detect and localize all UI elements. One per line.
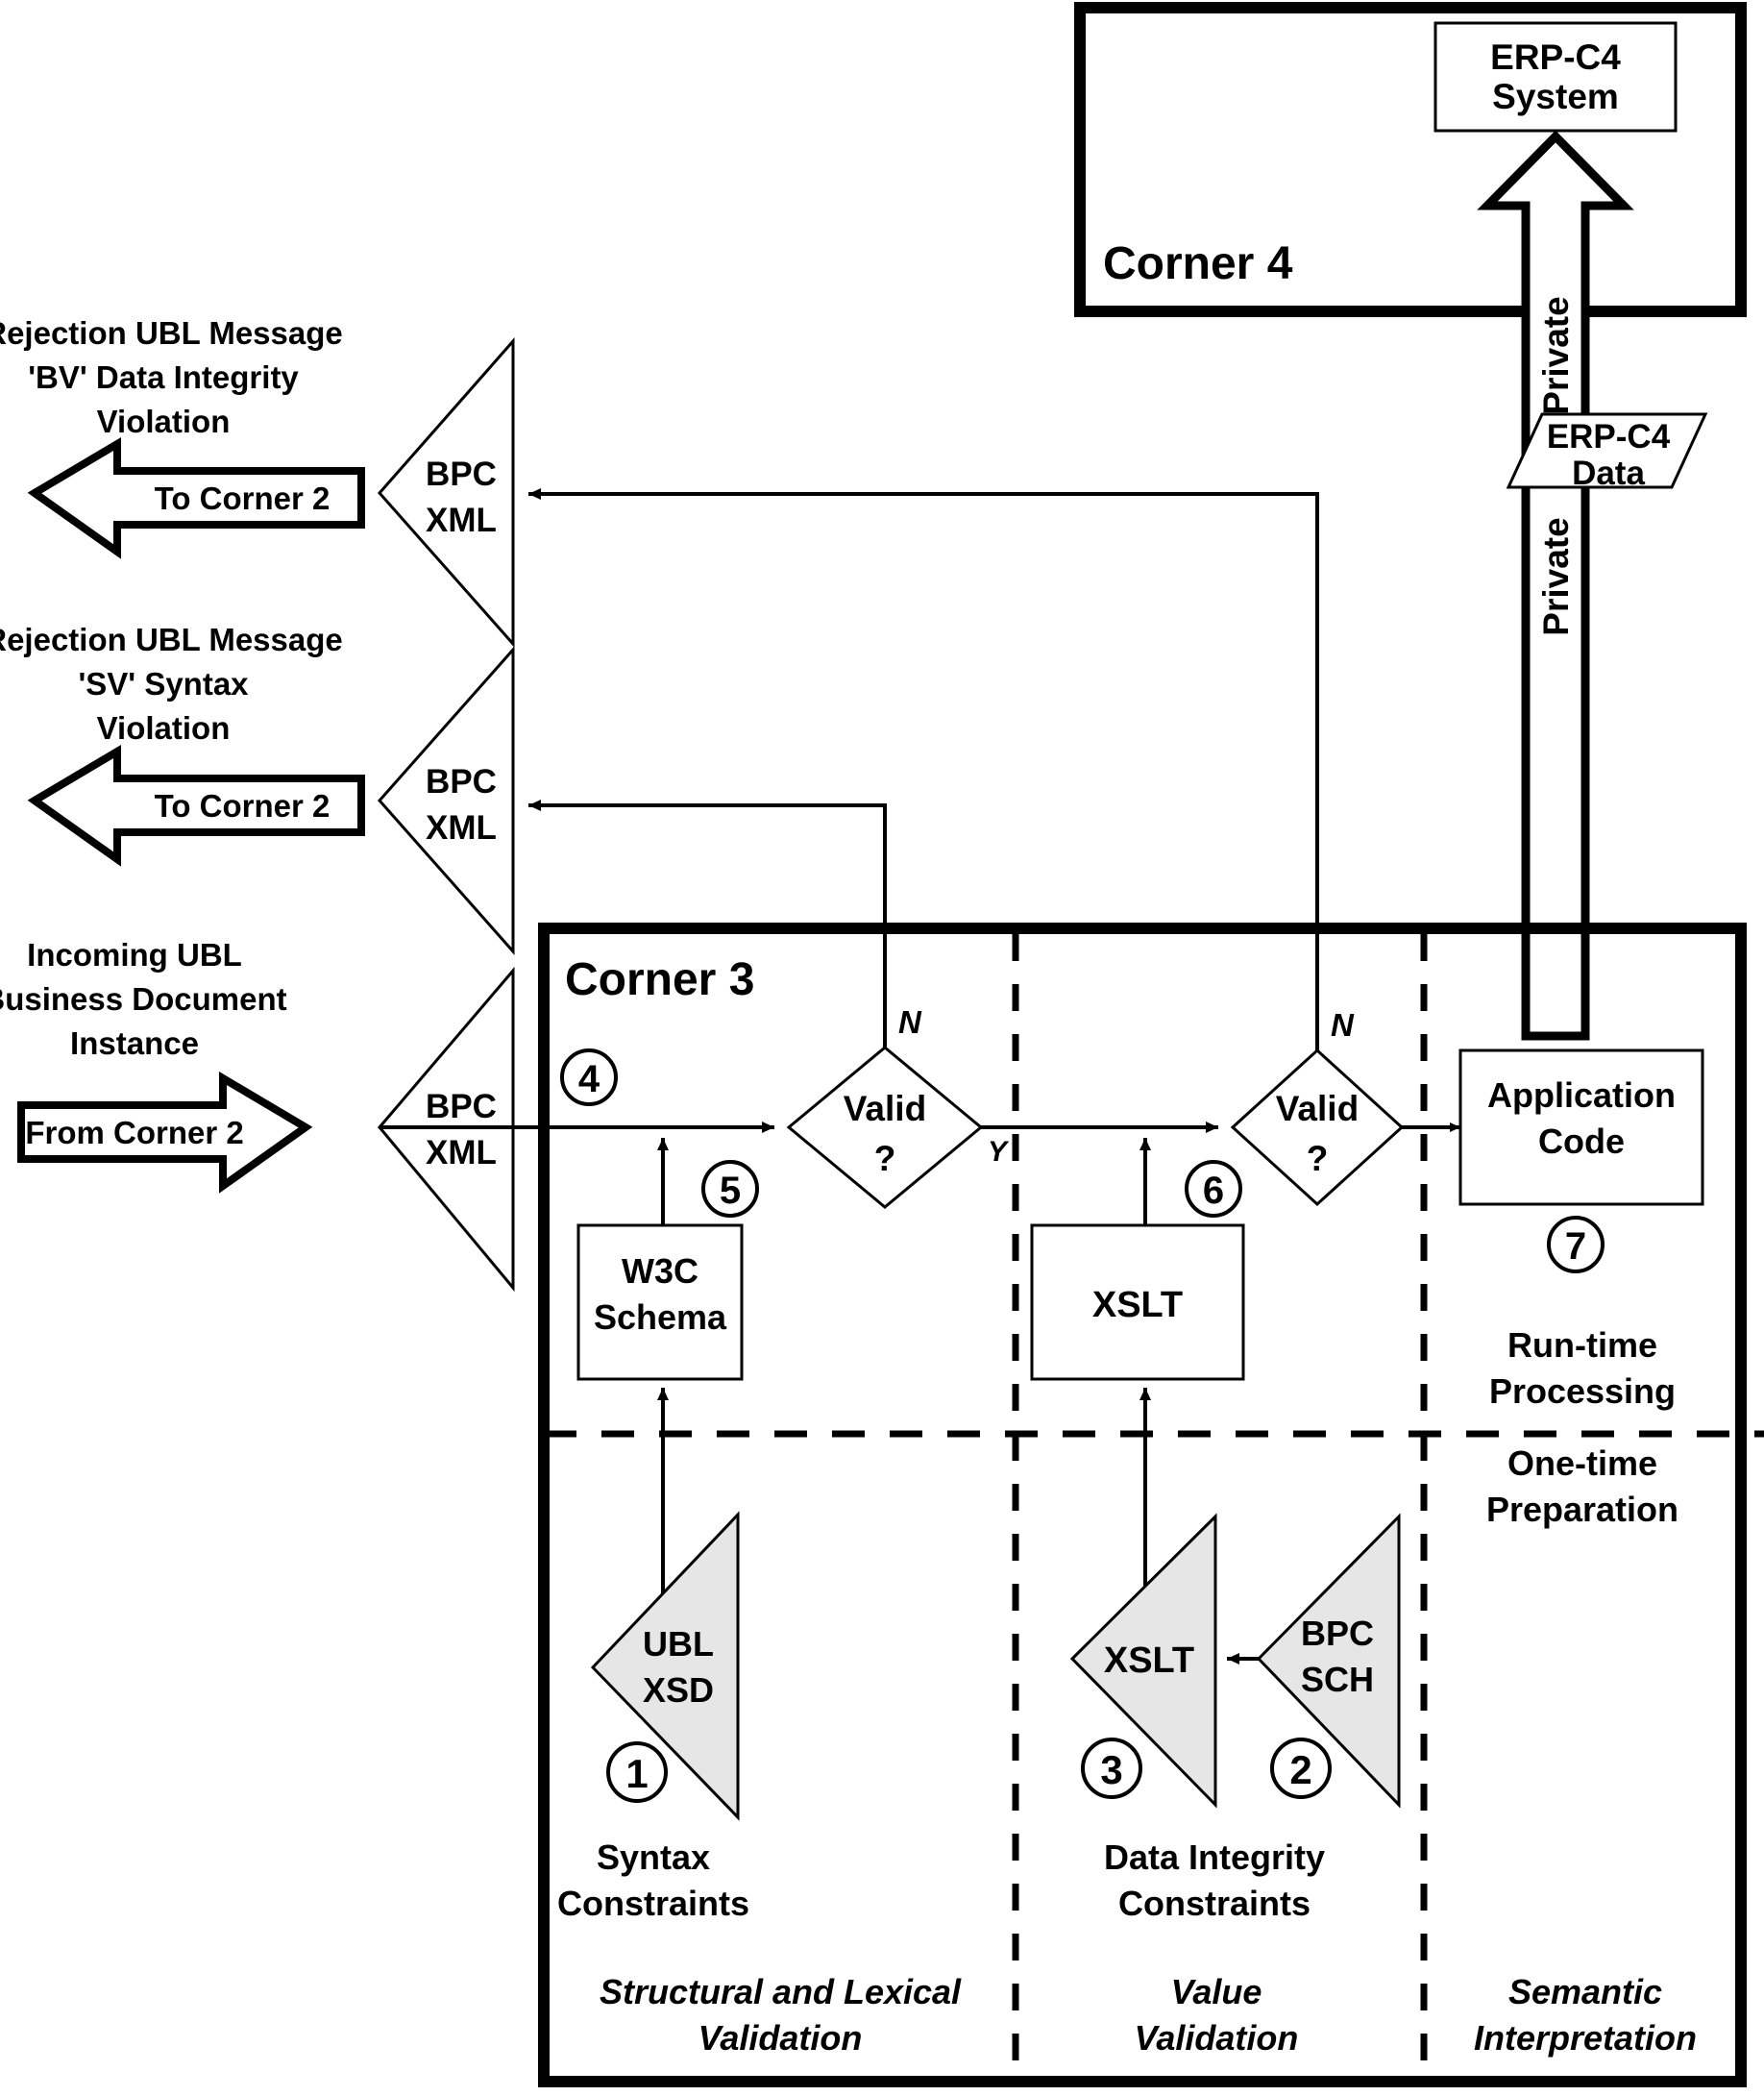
step-4-number: 4 [578, 1058, 600, 1100]
step-6-number: 6 [1203, 1170, 1224, 1212]
bv-to-corner2-label: To Corner 2 [155, 481, 331, 516]
xslt-runtime-label: XSLT [1092, 1285, 1183, 1325]
syntax-constraints-label-line2: Constraints [557, 1884, 749, 1923]
onetime-label-line1: One-time [1507, 1443, 1657, 1483]
bpc-sch-label-line2: SCH [1301, 1660, 1374, 1699]
sv-message-line3: Violation [97, 710, 231, 746]
incoming-from-corner2-label: From Corner 2 [25, 1115, 243, 1150]
incoming-message-line2: Business Document [0, 981, 287, 1017]
structural-validation-label-line2: Validation [698, 2018, 863, 2058]
value-validation-label-line1: Value [1171, 1972, 1262, 2011]
bv-message-line3: Violation [97, 404, 231, 439]
syntax-constraints-label-line1: Syntax [597, 1837, 710, 1877]
step-5-number: 5 [720, 1170, 741, 1212]
data-integrity-constraints-label-line2: Constraints [1118, 1884, 1311, 1923]
incoming-message-line1: Incoming UBL [27, 937, 242, 973]
value-decision-no-label: N [1331, 1007, 1355, 1043]
incoming-bpc-label-line2: XML [426, 1134, 497, 1171]
sv-bpc-label-line2: XML [426, 809, 497, 847]
semantic-interpretation-label-line2: Interpretation [1474, 2018, 1697, 2058]
bpc-sch-label-line1: BPC [1301, 1614, 1374, 1653]
private-label-lower: Private [1536, 517, 1576, 635]
runtime-label-line2: Processing [1489, 1371, 1676, 1411]
semantic-interpretation-label-line1: Semantic [1508, 1972, 1662, 2011]
value-decision-label-line1: Valid [1276, 1089, 1359, 1128]
step-3-number: 3 [1100, 1747, 1122, 1792]
incoming-bpc-label-line1: BPC [426, 1088, 497, 1125]
erp-c4-data-label-line1: ERP-C4 [1547, 418, 1671, 456]
sv-message-line1: Rejection UBL Message [0, 622, 343, 657]
ubl-xsd-label-line2: XSD [643, 1670, 714, 1710]
bpc-validation-diagram: Corner 4 ERP-C4 System Private Private E… [0, 2, 1764, 2087]
value-validation-label-line2: Validation [1135, 2018, 1299, 2058]
syntax-decision-yes-label: Y [988, 1136, 1010, 1168]
syntax-decision-label-line1: Valid [844, 1089, 926, 1128]
value-decision-label-line2: ? [1307, 1139, 1329, 1178]
onetime-label-line2: Preparation [1486, 1490, 1678, 1529]
ubl-xsd-label-line1: UBL [643, 1624, 714, 1664]
w3c-schema-label-line1: W3C [622, 1251, 698, 1291]
bv-bpc-label-line1: BPC [426, 456, 497, 493]
syntax-decision-no-label: N [898, 1004, 922, 1040]
sv-bpc-label-line1: BPC [426, 763, 497, 801]
sv-bpc-xml-triangle [377, 646, 515, 955]
sv-message-line2: 'SV' Syntax [78, 666, 249, 702]
private-label-upper: Private [1536, 296, 1576, 414]
step-1-number: 1 [625, 1751, 648, 1796]
erp-c4-data-label-line2: Data [1572, 455, 1645, 492]
bv-message-line2: 'BV' Data Integrity [28, 359, 299, 395]
corner3-title: Corner 3 [565, 954, 754, 1005]
sv-to-corner2-label: To Corner 2 [155, 788, 331, 824]
application-code-label-line1: Application [1487, 1075, 1676, 1115]
corner4-title: Corner 4 [1103, 238, 1293, 289]
diagram-canvas: Corner 4 ERP-C4 System Private Private E… [0, 0, 1764, 2096]
bv-bpc-label-line2: XML [426, 502, 497, 539]
step-2-number: 2 [1289, 1747, 1311, 1792]
erp-c4-system-label-line2: System [1492, 77, 1619, 116]
bv-message-line1: Rejection UBL Message [0, 315, 343, 351]
syntax-decision-label-line2: ? [874, 1139, 896, 1178]
data-integrity-constraints-label-line1: Data Integrity [1104, 1837, 1325, 1877]
application-code-label-line2: Code [1538, 1122, 1625, 1161]
erp-c4-system-label-line1: ERP-C4 [1490, 37, 1621, 77]
step-7-number: 7 [1565, 1225, 1586, 1268]
xslt-artifact-label: XSLT [1104, 1640, 1194, 1681]
incoming-message-line3: Instance [70, 1025, 199, 1061]
runtime-label-line1: Run-time [1507, 1325, 1657, 1365]
w3c-schema-label-line2: Schema [594, 1297, 727, 1337]
structural-validation-label-line1: Structural and Lexical [600, 1972, 962, 2011]
